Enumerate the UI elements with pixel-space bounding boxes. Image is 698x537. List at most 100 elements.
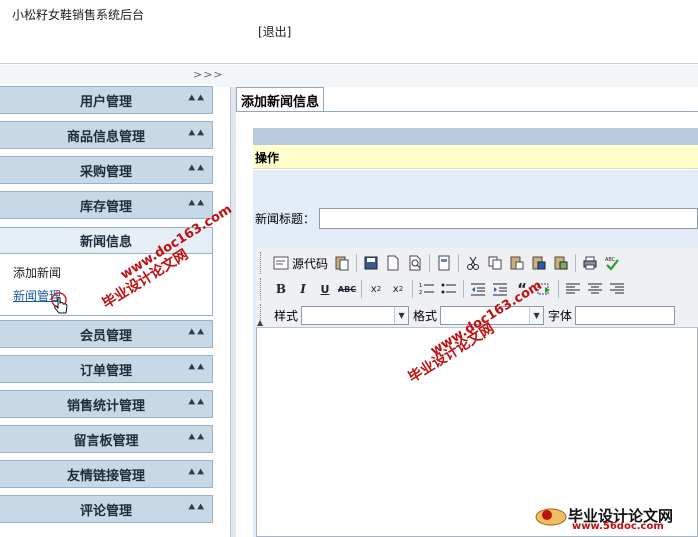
toolbar-collapse-icon[interactable]: ▲ [257,318,263,327]
bold-icon[interactable]: B [270,279,292,299]
watermark-logo: 毕业设计论文网 www.56doc.com [534,502,673,532]
outdent-icon[interactable] [467,279,489,299]
templates-icon[interactable] [433,253,455,273]
cut-icon[interactable] [462,253,484,273]
news-title-label: 新闻标题： [255,212,316,226]
font-select[interactable] [575,305,676,325]
toolbar-grip [260,252,263,274]
source-icon [273,256,289,270]
toolbar-separator [361,280,362,298]
toolbar-separator [463,280,464,298]
sidebar-item-label: 新闻信息 [79,235,132,250]
chevron-down-icon: ▼ [529,306,544,324]
sidebar-item-users[interactable]: 用户管理 ⯅⯅ [0,86,213,114]
toolbar-separator [412,280,413,298]
format-select[interactable]: ▼ [440,305,545,325]
subscript-icon[interactable]: x2 [365,279,387,299]
sidebar-item-links[interactable]: 友情链接管理 ⯅⯅ [0,460,213,488]
toolbar-row-1: 源代码 ABC [270,252,623,274]
superscript-icon[interactable]: x2 [387,279,409,299]
chevron-up-icon: ⯅⯅ [187,466,205,479]
copy-icon[interactable] [484,253,506,273]
spellcheck-icon[interactable]: ABC [601,253,623,273]
logout-link[interactable]: [退出] [258,23,291,40]
chevron-up-icon: ⯅⯅ [187,501,205,514]
chevron-up-icon: ⯅⯅ [187,361,205,374]
chevron-up-icon: ⯅⯅ [187,431,205,444]
hand-cursor-icon [51,292,68,314]
operation-row [253,145,698,169]
paste-text-icon[interactable] [506,253,528,273]
chevron-up-icon: ⯅⯅ [187,162,205,175]
collapse-toggle[interactable]: >>> [193,68,224,81]
toolbar-separator [429,254,431,272]
tab-add-news[interactable]: 添加新闻信息 [236,87,324,112]
news-title-input[interactable] [319,208,698,229]
blockquote-icon[interactable]: “ [511,279,533,299]
toolbar-separator [575,254,577,272]
chevron-up-icon: ⯅⯅ [187,396,205,409]
sidebar-item-label: 订单管理 [79,363,132,379]
sidebar-item-products[interactable]: 商品信息管理 ⯅⯅ [0,121,213,149]
header: 小松籽女鞋销售系统后台 [退出] [0,0,698,64]
panel-header-bar [253,128,698,145]
svg-text:1: 1 [419,283,422,289]
toolbar-row-3: 样式 ▼ 格式 ▼ 字体 [270,304,676,326]
sidebar-item-guestbook[interactable]: 留言板管理 ⯅⯅ [0,425,213,453]
sidebar-item-sales-stats[interactable]: 销售统计管理 ⯅⯅ [0,390,213,418]
underline-icon[interactable]: U [314,279,336,299]
chevron-up-icon: ⯅⯅ [187,197,205,210]
chevron-up-icon: ⯅⯅ [187,326,205,339]
sidebar-item-comments[interactable]: 评论管理 ⯅⯅ [0,495,213,523]
source-button[interactable]: 源代码 [270,253,331,273]
toolbar-separator [558,280,559,298]
sidebar-item-members[interactable]: 会员管理 ⯅⯅ [0,320,213,348]
sidebar-item-label: 销售统计管理 [66,398,145,414]
paste-image-icon[interactable] [550,253,572,273]
preview-icon[interactable] [404,253,426,273]
app-title: 小松籽女鞋销售系统后台 [12,8,145,22]
toolbar-separator [356,254,358,272]
toolbar-row-2: B I U ABC x2 x2 12 “ [270,278,628,300]
sidebar-item-news[interactable]: 新闻信息 [0,227,213,254]
bulleted-list-icon[interactable] [438,279,460,299]
chevron-down-icon: ▼ [394,306,409,324]
align-center-icon[interactable] [584,279,606,299]
indent-icon[interactable] [489,279,511,299]
sidebar-item-label: 用户管理 [79,94,132,110]
sidebar-item-orders[interactable]: 订单管理 ⯅⯅ [0,355,213,383]
align-right-icon[interactable] [606,279,628,299]
chevron-up-icon: ⯅⯅ [187,127,205,140]
italic-icon[interactable]: I [292,279,314,299]
align-left-icon[interactable] [562,279,584,299]
sidebar-item-label: 采购管理 [79,164,132,180]
logo-url: www.56doc.com [572,521,664,532]
news-submenu: 添加新闻 新闻管理 [0,254,213,316]
style-select[interactable]: ▼ [301,305,410,325]
toolbar-grip [260,278,263,300]
svg-text:ABC: ABC [605,257,616,263]
numbered-list-icon[interactable]: 12 [416,279,438,299]
strikethrough-icon[interactable]: ABC [336,279,358,299]
format-label: 格式 [413,308,438,323]
paste-icon[interactable] [331,253,353,273]
sidebar-item-inventory[interactable]: 库存管理 ⯅⯅ [0,191,213,219]
style-label: 样式 [274,308,299,323]
source-label: 源代码 [292,256,329,271]
toolbar-separator [458,254,460,272]
print-icon[interactable] [579,253,601,273]
sidebar-item-label: 友情链接管理 [66,468,145,484]
logo-icon [535,508,567,526]
save-icon[interactable] [360,253,382,273]
svg-text:2: 2 [419,290,422,296]
sidebar-item-purchasing[interactable]: 采购管理 ⯅⯅ [0,156,213,184]
new-page-icon[interactable] [382,253,404,273]
tab-underline [236,111,698,112]
submenu-link-add-news[interactable]: 添加新闻 [13,264,61,281]
sidebar-item-label: 商品信息管理 [66,129,145,145]
paste-word-icon[interactable] [528,253,550,273]
create-div-icon[interactable] [533,279,555,299]
sidebar-item-label: 评论管理 [79,503,132,519]
operation-label: 操作 [255,151,280,165]
sidebar-item-label: 库存管理 [79,199,132,215]
